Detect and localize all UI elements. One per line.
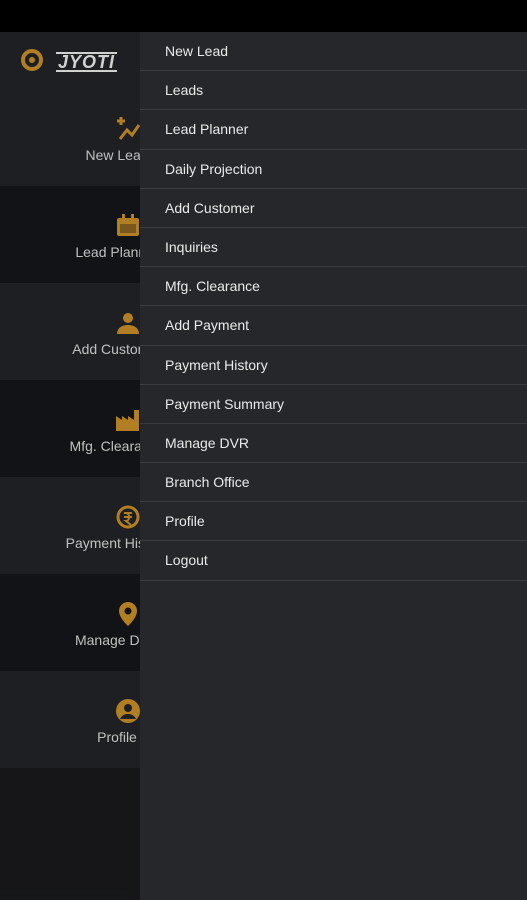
navigation-drawer: New Lead Leads Lead Planner Daily Projec… [140,32,527,900]
menu-item-manage-dvr[interactable]: Manage DVR [140,424,527,464]
menu-item-mfg-clearance[interactable]: Mfg. Clearance [140,267,527,307]
menu-item-lead-planner[interactable]: Lead Planner [140,110,527,150]
menu-item-leads[interactable]: Leads [140,71,527,111]
menu-item-payment-history[interactable]: Payment History [140,346,527,385]
status-bar [0,0,527,32]
menu-item-branch-office[interactable]: Branch Office [140,463,527,503]
menu-item-add-customer[interactable]: Add Customer [140,189,527,228]
menu-item-daily-projection[interactable]: Daily Projection [140,150,527,189]
menu-item-add-payment[interactable]: Add Payment [140,306,527,346]
menu-item-inquiries[interactable]: Inquiries [140,228,527,268]
menu-item-new-lead[interactable]: New Lead [140,32,527,72]
menu-item-payment-summary[interactable]: Payment Summary [140,385,527,424]
menu-item-profile[interactable]: Profile [140,502,527,542]
menu-item-logout[interactable]: Logout [140,541,527,581]
